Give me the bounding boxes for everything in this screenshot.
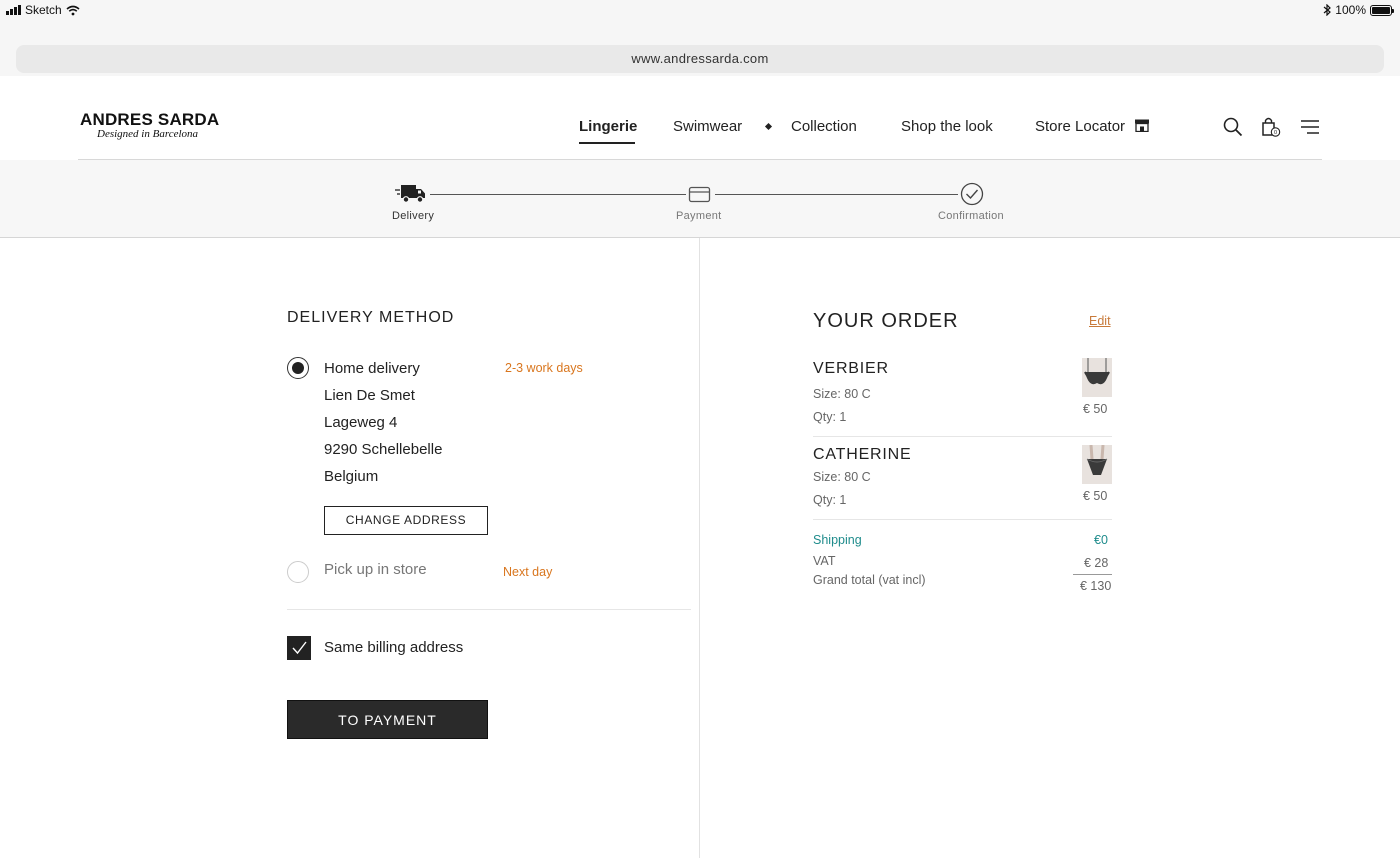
search-icon[interactable] (1222, 116, 1244, 138)
site-header: ANDRES SARDA Designed in Barcelona Linge… (0, 76, 1400, 160)
pick-up-store-radio[interactable] (287, 561, 309, 583)
product-thumbnail[interactable] (1082, 445, 1112, 484)
column-divider (699, 238, 700, 858)
order-item-name: VERBIER (813, 360, 889, 377)
address-line: Belgium (324, 468, 379, 485)
order-item-divider (813, 519, 1112, 520)
change-address-button[interactable]: CHANGE ADDRESS (324, 506, 488, 535)
battery-icon (1370, 4, 1394, 16)
check-icon (292, 641, 307, 655)
to-payment-button[interactable]: TO PAYMENT (287, 700, 488, 739)
order-item-name: CATHERINE (813, 446, 912, 463)
vat-value: € 28 (1084, 556, 1109, 570)
nav-lingerie[interactable]: Lingerie (579, 118, 637, 135)
grand-total-label: Grand total (vat incl) (813, 573, 926, 587)
order-item-size: Size: 80 C (813, 470, 871, 484)
wifi-icon (66, 5, 80, 15)
checkout-progress: Delivery Payment Confirmation (0, 160, 1400, 238)
progress-line (430, 194, 686, 195)
shipping-label: Shipping (813, 533, 862, 547)
address-line: Lageweg 4 (324, 414, 398, 431)
address-line: Lien De Smet (324, 387, 415, 404)
url-bar[interactable]: www.andressarda.com (16, 45, 1384, 73)
confirmation-check-icon (960, 182, 984, 206)
your-order-title: YOUR ORDER (813, 310, 959, 332)
battery-percent: 100% (1335, 3, 1366, 17)
delivery-method-title: DELIVERY METHOD (287, 309, 455, 326)
home-delivery-eta: 2-3 work days (505, 361, 583, 375)
order-item-qty: Qty: 1 (813, 410, 847, 424)
same-billing-label[interactable]: Same billing address (324, 639, 463, 656)
order-item-divider (813, 436, 1112, 437)
address-line: 9290 Schellebelle (324, 441, 443, 458)
home-delivery-label[interactable]: Home delivery (324, 360, 420, 377)
nav-shop-the-look[interactable]: Shop the look (901, 118, 993, 135)
nav-store-locator[interactable]: Store Locator (1035, 118, 1125, 135)
nav-collection[interactable]: Collection (791, 118, 857, 135)
grand-total-value: € 130 (1080, 579, 1112, 593)
carrier-label: Sketch (25, 3, 62, 17)
pick-up-store-label[interactable]: Pick up in store (324, 561, 427, 578)
truck-icon (395, 185, 425, 203)
nav-swimwear[interactable]: Swimwear (673, 118, 742, 135)
svg-text:0: 0 (1274, 130, 1277, 136)
order-item-price: € 50 (1083, 402, 1108, 416)
shipping-value: €0 (1094, 533, 1108, 547)
pick-up-store-eta: Next day (503, 565, 553, 579)
vat-label: VAT (813, 554, 836, 568)
section-divider (287, 609, 691, 610)
product-thumbnail[interactable] (1082, 358, 1112, 397)
bluetooth-icon (1323, 4, 1332, 16)
order-item-qty: Qty: 1 (813, 493, 847, 507)
step-payment-label: Payment (676, 210, 722, 222)
total-divider (1073, 574, 1112, 575)
nav-separator-dot (764, 122, 773, 131)
nav-active-indicator (579, 142, 635, 144)
order-item-price: € 50 (1083, 489, 1108, 503)
order-item-size: Size: 80 C (813, 387, 871, 401)
credit-card-icon (688, 186, 711, 203)
shopping-bag-icon[interactable]: 0 (1260, 116, 1282, 138)
edit-order-link[interactable]: Edit (1089, 314, 1111, 328)
signal-icon (6, 5, 21, 15)
status-bar: Sketch 100% (0, 0, 1400, 20)
menu-icon[interactable] (1299, 116, 1321, 138)
progress-line (715, 194, 958, 195)
step-delivery-label: Delivery (392, 210, 435, 222)
logo[interactable]: ANDRES SARDA Designed in Barcelona (80, 110, 219, 140)
step-confirmation-label: Confirmation (938, 210, 1004, 222)
home-delivery-radio[interactable] (287, 357, 309, 379)
brand-name: ANDRES SARDA (80, 110, 220, 129)
browser-toolbar: www.andressarda.com (0, 20, 1400, 76)
same-billing-checkbox[interactable] (287, 636, 311, 660)
store-icon (1135, 119, 1149, 132)
